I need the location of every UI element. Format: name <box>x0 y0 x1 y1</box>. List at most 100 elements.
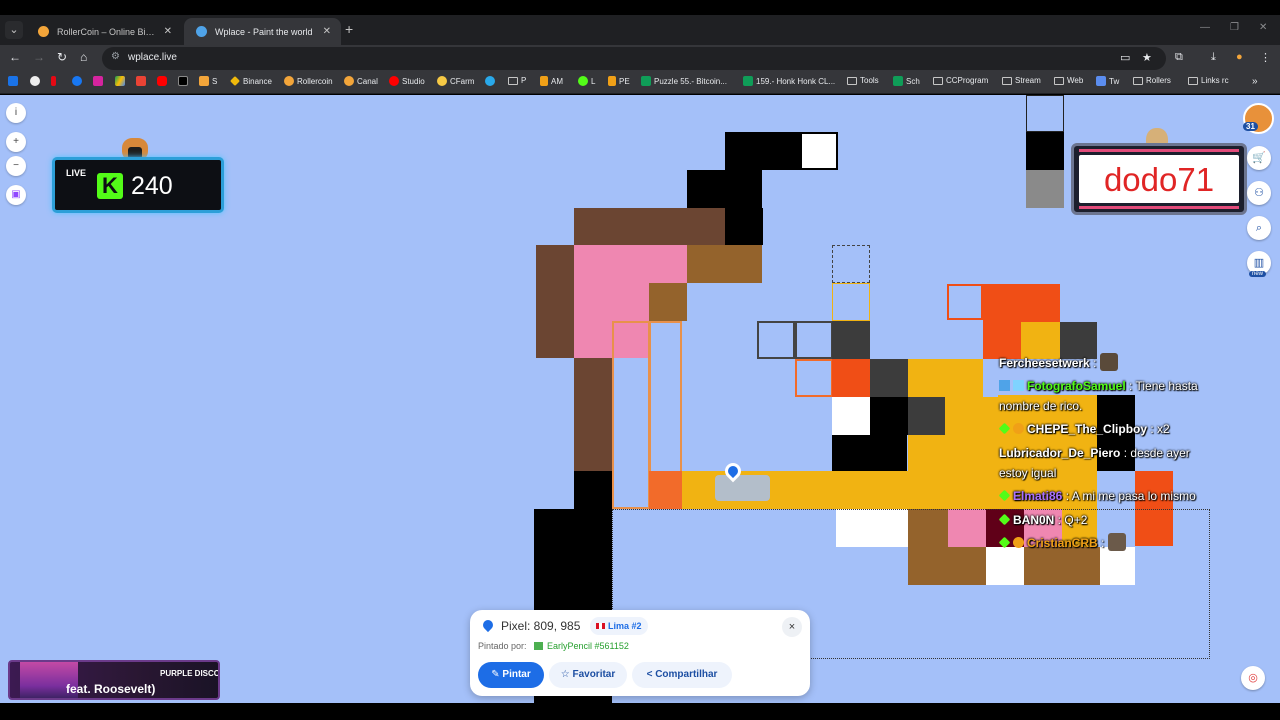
pixel-block <box>574 245 687 283</box>
bookmark-pe[interactable]: PE <box>608 76 630 86</box>
info-button[interactable]: i <box>6 103 26 123</box>
bookmark-youtube[interactable] <box>157 76 167 86</box>
bookmark-folder-rollers[interactable]: Rollers <box>1133 76 1171 85</box>
url-text[interactable]: wplace.live <box>128 52 177 63</box>
bookmark-binance[interactable]: Binance <box>230 76 272 86</box>
locate-icon[interactable]: ◎ <box>1241 666 1265 690</box>
folder-icon <box>1054 76 1064 85</box>
sheets-icon <box>743 76 753 86</box>
home-icon[interactable]: ⌂ <box>80 50 87 64</box>
forward-icon[interactable]: → <box>33 50 45 64</box>
bookmark-facebook[interactable] <box>72 76 82 86</box>
bookmark-sch[interactable]: Sch <box>893 76 920 86</box>
chat-text: estoy igual <box>999 466 1057 480</box>
chat-text: Q+2 <box>1064 513 1088 527</box>
minimize-icon[interactable]: — <box>1200 22 1210 33</box>
bookmark-cfarm[interactable]: CFarm <box>437 76 474 86</box>
window-close-icon[interactable]: ✕ <box>1259 22 1267 33</box>
chat-text: desde ayer <box>1130 446 1190 460</box>
bookmark-rollercoin[interactable]: Rollercoin <box>284 76 333 86</box>
bookmark-icon <box>578 76 588 86</box>
twitch-icon[interactable]: ▣ <box>6 185 26 205</box>
paint-button[interactable]: ✎ Pintar <box>478 662 544 688</box>
bookmark-folder-tools[interactable]: Tools <box>847 76 879 85</box>
bookmark-folder-links[interactable]: Links rc <box>1188 76 1229 85</box>
painted-by-label: Pintado por: <box>478 641 527 651</box>
favorite-button[interactable]: ☆ Favoritar <box>549 662 627 688</box>
reload-icon[interactable]: ↻ <box>57 50 67 64</box>
tab-search-button[interactable]: ⌄ <box>5 21 23 39</box>
store-cart-icon[interactable]: 🛒 <box>1247 146 1271 170</box>
bookmark-star-icon[interactable]: ★ <box>1142 51 1152 64</box>
bookmark-studio[interactable]: Studio <box>389 76 425 86</box>
new-tab-button[interactable]: + <box>345 21 353 37</box>
site-info-icon[interactable]: ⚙ <box>111 51 120 62</box>
chat-text: A mi me pasa lo mismo <box>1071 489 1196 503</box>
bookmark-folder-ccprogram[interactable]: CCProgram <box>933 76 988 85</box>
tab-close-icon[interactable]: ✕ <box>164 26 172 37</box>
bookmark-tw[interactable]: Tw <box>1096 76 1119 86</box>
bookmark-app[interactable] <box>136 76 146 86</box>
chrome-menu-icon[interactable]: ⋮ <box>1260 51 1271 64</box>
zoom-out-button[interactable]: − <box>6 156 26 176</box>
share-button[interactable]: < Compartilhar <box>632 662 732 688</box>
bookmark-drive[interactable] <box>115 76 125 86</box>
profile-extension-icon[interactable]: ● <box>1236 51 1243 63</box>
kick-badge-icon <box>998 489 1011 502</box>
painter-link[interactable]: EarlyPencil #561152 <box>534 641 629 651</box>
username-panel: dodo71 <box>1071 143 1247 215</box>
back-icon[interactable]: ← <box>9 50 21 64</box>
bookmark-x[interactable] <box>178 76 188 86</box>
maximize-icon[interactable]: ❐ <box>1230 22 1239 33</box>
extensions-icon[interactable]: ⧉ <box>1175 51 1183 64</box>
bookmark-label: Puzzle 55.- Bitcoin... <box>654 76 727 86</box>
bookmark-1[interactable] <box>30 76 40 86</box>
region-badge[interactable]: Lima #2 <box>590 617 648 635</box>
favorite-button-label: Favoritar <box>572 669 616 680</box>
painter-avatar-icon <box>534 642 543 650</box>
alliance-icon[interactable]: ⚇ <box>1247 181 1271 205</box>
binance-icon <box>230 76 240 86</box>
kick-badge-icon <box>998 536 1011 549</box>
level-badge: 31 <box>1243 122 1258 131</box>
bookmark-instagram[interactable] <box>93 76 103 86</box>
tab-rollercoin[interactable]: RollerCoin – Online Bitcoin Min ✕ <box>26 18 182 45</box>
youtube-studio-icon <box>389 76 399 86</box>
pixel-info-card: Pixel: 809, 985 Lima #2 × Pintado por: E… <box>470 610 810 696</box>
zoom-in-button[interactable]: + <box>6 132 26 152</box>
outlook-icon <box>8 76 18 86</box>
pixel-block <box>1026 132 1064 170</box>
download-icon[interactable]: ⤓ <box>1211 51 1216 64</box>
tab-close-icon[interactable]: ✕ <box>323 26 331 37</box>
chat-username: CHEPE_The_Clipboy <box>1027 422 1148 436</box>
bookmark-folder-stream[interactable]: Stream <box>1002 76 1041 85</box>
bookmark-am[interactable]: AM <box>540 76 563 86</box>
search-icon[interactable]: ⌕ <box>1247 216 1271 240</box>
bookmark-netflix[interactable] <box>51 76 56 86</box>
bookmark-folder-p[interactable]: P <box>508 76 526 85</box>
pixel-block <box>832 321 870 359</box>
bookmark-icon <box>540 76 548 86</box>
new-badge: new <box>1249 271 1267 277</box>
close-card-button[interactable]: × <box>782 617 802 637</box>
bookmark-canal[interactable]: Canal <box>344 76 378 86</box>
bookmark-folder-web[interactable]: Web <box>1054 76 1083 85</box>
bookmarks-overflow-icon[interactable]: » <box>1252 76 1258 87</box>
bookmark-s[interactable]: S <box>199 76 217 86</box>
folder-icon <box>1188 76 1198 85</box>
pixel-block <box>687 245 762 283</box>
bookmark-puzzle55[interactable]: Puzzle 55.- Bitcoin... <box>641 76 727 86</box>
address-bar[interactable]: ⚙ wplace.live ▭ ★ <box>102 47 1166 70</box>
cast-icon[interactable]: ▭ <box>1120 51 1130 64</box>
folder-icon <box>1002 76 1012 85</box>
bookmark-outlook[interactable] <box>8 76 18 86</box>
pixel-block <box>574 471 612 509</box>
bookmark-telegram[interactable] <box>485 76 495 86</box>
tab-wplace[interactable]: Wplace - Paint the world ✕ <box>184 18 341 45</box>
chat-text: nombre de rico. <box>999 399 1083 413</box>
viewer-count: 240 <box>131 172 173 200</box>
chat-username: CristianCRB <box>1027 536 1098 550</box>
bookmark-icon <box>136 76 146 86</box>
bookmark-l[interactable]: L <box>578 76 595 86</box>
bookmark-honk[interactable]: 159.- Honk Honk CL... <box>743 76 835 86</box>
